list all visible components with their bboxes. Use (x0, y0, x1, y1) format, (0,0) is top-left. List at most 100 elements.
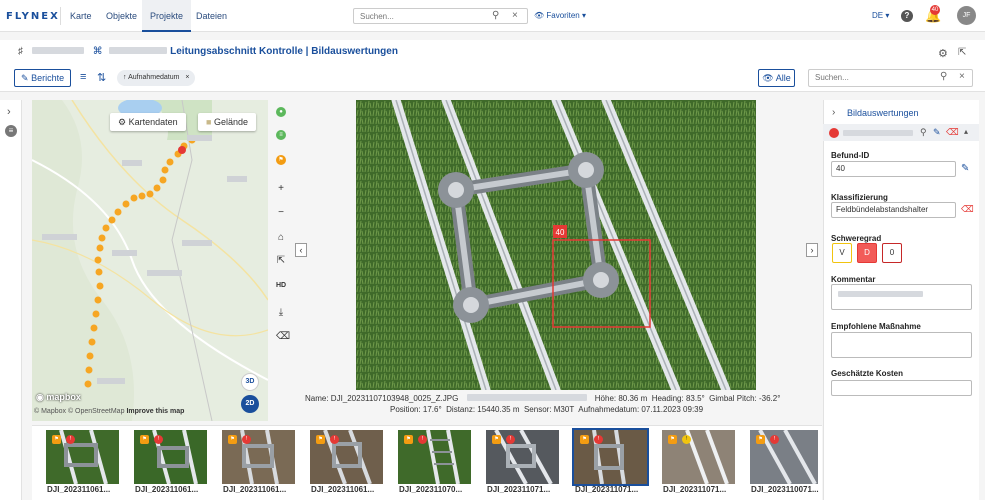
network-icon: ⌘ (92, 46, 103, 57)
flag-icon: ⚑ (404, 435, 413, 444)
flynex-logo[interactable]: FLYNEX (6, 11, 60, 22)
layers-icon[interactable]: ≡ (5, 125, 17, 137)
gelaende-button[interactable]: ■ Gelände (198, 113, 256, 131)
map-canvas[interactable] (32, 100, 268, 421)
global-search-input[interactable]: Suchen... ⚲ × (353, 8, 528, 24)
layer-list-icon[interactable]: ≡ (276, 130, 286, 140)
terrain-icon: ■ (206, 117, 212, 127)
meta-heading: Heading: 83.5° (651, 394, 705, 403)
redacted-text (838, 291, 923, 297)
map-view[interactable]: ⚙ Kartendaten ■ Gelände ◉ mapbox © Mapbo… (32, 100, 268, 421)
home-icon[interactable]: ⌂ (276, 232, 286, 243)
kosten-label: Geschätzte Kosten (831, 369, 904, 378)
delete-icon[interactable]: ⌫ (276, 331, 290, 342)
meta-hoehe: Höhe: 80.36 m (594, 394, 648, 403)
layer-green-icon[interactable]: ● (276, 107, 286, 117)
search-placeholder: Suchen... (360, 12, 394, 21)
language-dropdown[interactable]: DE ▾ (872, 11, 889, 20)
schweregrad-label: Schweregrad (831, 234, 882, 243)
nav-karte[interactable]: Karte (62, 0, 100, 32)
trash-icon[interactable]: ⌫ (961, 204, 974, 215)
chevron-right-icon[interactable]: › (832, 107, 835, 118)
language-label: DE (872, 11, 884, 20)
fit-bounds-icon[interactable]: ⇱ (276, 255, 286, 266)
kartendaten-button[interactable]: ⚙ Kartendaten (110, 113, 186, 131)
search-icon[interactable]: ⚲ (492, 10, 499, 21)
flag-icon: ⚑ (668, 435, 677, 444)
sort-icon[interactable]: ⇅ (97, 71, 106, 84)
notification-badge: 40 (930, 5, 940, 15)
caret-down-icon: ▾ (581, 11, 586, 20)
image-viewer[interactable]: 40 (356, 100, 756, 390)
filter-chip-aufnahmedatum[interactable]: ↑ Aufnahmedatum × (117, 70, 196, 86)
alle-button[interactable]: 👁 Alle (758, 69, 795, 87)
filter-icon[interactable]: ≡ (80, 71, 86, 83)
fullscreen-icon[interactable]: ⇱ (958, 47, 966, 58)
hd-icon[interactable]: HD (276, 282, 286, 289)
befund-id-input[interactable]: 40 (831, 161, 956, 177)
zoom-in-icon[interactable]: + (276, 183, 286, 194)
chevron-right-icon[interactable]: › (7, 106, 11, 118)
severity-d-button[interactable]: D (857, 243, 877, 263)
kosten-input[interactable] (831, 380, 972, 396)
mapbox-logo[interactable]: ◉ mapbox (36, 392, 81, 403)
flag-icon: ⚑ (492, 435, 501, 444)
previous-image-button[interactable]: ‹ (295, 243, 307, 257)
zoom-out-icon[interactable]: − (276, 207, 286, 218)
meta-name: Name: DJI_20231107103948_0025_Z.JPG (305, 394, 459, 403)
meta-aufnahmedatum: Aufnahmedatum: 07.11.2023 09:39 (578, 405, 704, 414)
improve-map-link[interactable]: Improve this map (126, 408, 184, 415)
alle-label: Alle (775, 73, 791, 83)
view-2d-button[interactable]: 2D (241, 395, 259, 413)
map-attribution[interactable]: © Mapbox © OpenStreetMap Improve this ma… (34, 408, 184, 415)
close-icon[interactable]: × (185, 74, 189, 81)
clear-icon[interactable]: × (512, 10, 518, 21)
flag-icon[interactable]: ⚑ (276, 155, 286, 165)
pencil-icon[interactable]: ✎ (961, 163, 969, 174)
nav-objekte[interactable]: Objekte (98, 0, 145, 32)
alert-badge: ! (506, 435, 515, 444)
thumbnail-label: DJI_202311061... (223, 485, 287, 494)
view-3d-button[interactable]: 3D (241, 373, 259, 391)
thumbnail-label: DJI_202311071... (575, 485, 639, 494)
status-dot (829, 128, 839, 138)
download-icon[interactable]: ⤓ (276, 307, 286, 318)
arrow-up-icon: ↑ (123, 74, 127, 81)
pylon-icon: ♯ (18, 46, 23, 57)
inspection-image[interactable]: 40 (356, 100, 756, 390)
user-avatar[interactable]: JF (957, 6, 976, 25)
clear-icon[interactable]: × (959, 71, 965, 82)
next-image-button[interactable]: › (806, 243, 818, 257)
mapbox-label: mapbox (46, 392, 81, 402)
kommentar-label: Kommentar (831, 275, 876, 284)
nav-dateien[interactable]: Dateien (188, 0, 235, 32)
kommentar-textarea[interactable] (831, 284, 972, 310)
flag-icon: ⚑ (756, 435, 765, 444)
severity-0-button[interactable]: 0 (882, 243, 902, 263)
redacted-text (466, 394, 587, 401)
meta-position: Position: 17.6° (390, 405, 442, 414)
edit-icon[interactable]: ✎ (933, 127, 941, 138)
thumbnail-label: DJI_202311061... (135, 485, 199, 494)
klassifizierung-input[interactable]: Feldbündelabstandshalter (831, 202, 956, 218)
thumbnail-label: DJI_202311070... (399, 485, 463, 494)
search-icon[interactable]: ⚲ (940, 71, 947, 82)
alert-badge: ! (242, 435, 251, 444)
search-icon[interactable]: ⚲ (920, 127, 927, 138)
trash-icon[interactable]: ⌫ (946, 127, 959, 138)
massnahme-label: Empfohlene Maßnahme (831, 322, 921, 331)
help-icon[interactable]: ? (901, 10, 913, 22)
berichte-button[interactable]: ✎ Berichte (14, 69, 72, 87)
search-input[interactable]: ⚲ × (808, 69, 973, 87)
meta-sensor: Sensor: M30T (523, 405, 575, 414)
massnahme-textarea[interactable] (831, 332, 972, 358)
nav-projekte[interactable]: Projekte (142, 0, 192, 32)
severity-v-button[interactable]: V (832, 243, 852, 263)
favorites-dropdown[interactable]: 👁 Favoriten ▾ (534, 11, 586, 20)
alert-badge: ! (66, 435, 75, 444)
gear-icon[interactable]: ⚙ (938, 47, 948, 60)
alert-badge: ! (418, 435, 427, 444)
search-field[interactable] (815, 73, 935, 82)
flag-icon: ⚑ (580, 435, 589, 444)
collapse-icon[interactable]: ▴ (964, 127, 968, 136)
